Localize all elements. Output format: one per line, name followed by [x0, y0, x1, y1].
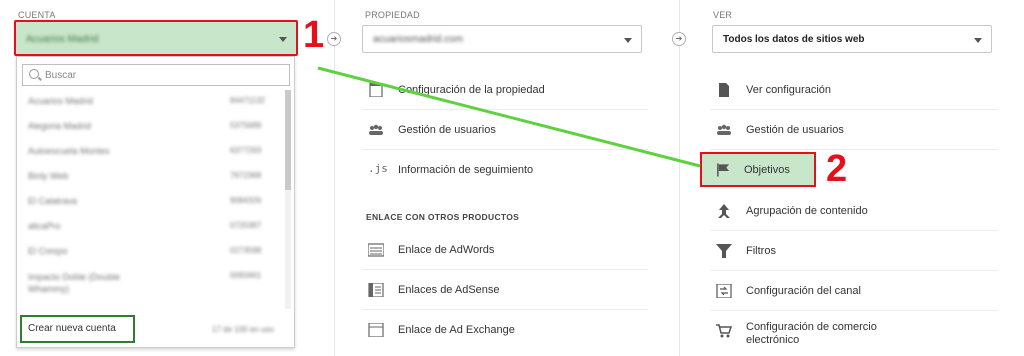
account-id: 5375689: [230, 121, 262, 130]
view-select[interactable]: Todos los datos de sitios web: [712, 25, 992, 53]
cart-icon: [716, 324, 732, 338]
account-list-scrollbar[interactable]: [285, 90, 291, 309]
property-settings-item[interactable]: Configuración de la propiedad: [362, 70, 648, 110]
account-name: Impacto Doble (Double Whammy): [28, 272, 121, 294]
search-icon: [29, 69, 39, 79]
account-column-label: CUENTA: [18, 10, 56, 20]
ecommerce-settings-item[interactable]: Configuración de comercio electrónico: [710, 311, 998, 351]
property-user-management-item[interactable]: Gestión de usuarios: [362, 110, 648, 150]
account-list-item[interactable]: El Calatrava 9084326: [25, 193, 287, 211]
divider: [710, 149, 998, 150]
adexchange-link-item[interactable]: Enlace de Ad Exchange: [362, 310, 648, 350]
account-id: 0273598: [230, 246, 262, 255]
view-column-label: VER: [713, 10, 733, 20]
arrow-right-icon: ➔: [672, 32, 686, 46]
adwords-icon: [368, 243, 384, 257]
account-list-item[interactable]: Autoescuela Montes 6377293: [25, 143, 287, 161]
account-usage-note: 17 de 100 en uso: [212, 325, 274, 334]
menu-item-label: Filtros: [746, 245, 776, 257]
grouping-icon: [718, 204, 730, 218]
account-search-input[interactable]: [45, 67, 285, 83]
menu-item-label: Configuración del canal: [746, 285, 861, 297]
filters-item[interactable]: Filtros: [710, 231, 998, 271]
menu-item-label: Enlaces de AdSense: [398, 284, 500, 296]
account-name: El Calatrava: [28, 196, 78, 206]
goals-item[interactable]: Objetivos: [700, 152, 816, 187]
adsense-link-item[interactable]: Enlaces de AdSense: [362, 270, 648, 310]
menu-item-label: Enlace de Ad Exchange: [398, 324, 515, 336]
filter-icon: [716, 244, 732, 258]
property-select[interactable]: acuariosmadrid.com: [362, 25, 642, 53]
column-divider: [334, 0, 335, 356]
account-name: El Crespo: [28, 246, 68, 256]
tracking-info-item[interactable]: .js Información de seguimiento: [362, 150, 648, 190]
channel-icon: [716, 284, 732, 298]
channel-settings-item[interactable]: Configuración del canal: [710, 271, 998, 311]
account-name: Binly Web: [28, 171, 69, 181]
flag-icon: [717, 163, 730, 177]
account-selected-value: Acuarios Madrid: [26, 34, 99, 45]
menu-item-label: Objetivos: [744, 164, 790, 176]
content-grouping-item[interactable]: Agrupación de contenido: [710, 191, 998, 231]
account-name: Autoescuela Montes: [28, 146, 110, 156]
menu-item-label: Configuración de la propiedad: [398, 84, 545, 96]
account-select[interactable]: Acuarios Madrid: [14, 20, 298, 56]
step-1-annotation: 1: [303, 14, 325, 56]
account-name: alicaPro: [28, 221, 61, 231]
account-id: 7672368: [230, 171, 262, 180]
step-2-annotation: 2: [826, 148, 848, 190]
linked-products-heading: ENLACE CON OTROS PRODUCTOS: [366, 212, 520, 222]
account-list-item[interactable]: Binly Web 7672368: [25, 168, 287, 186]
users-icon: [717, 124, 731, 135]
account-id: 84471132: [230, 96, 265, 105]
users-icon: [369, 124, 383, 135]
document-icon: [369, 83, 383, 97]
column-divider: [679, 0, 680, 356]
scrollbar-thumb[interactable]: [285, 90, 291, 190]
arrow-right-icon: ➔: [327, 32, 341, 46]
account-name: Acuarios Madrid: [28, 96, 94, 106]
document-icon: [719, 83, 729, 97]
menu-item-label: Gestión de usuarios: [746, 124, 844, 136]
account-list-item[interactable]: Impacto Doble (Double Whammy) 0093461: [25, 268, 287, 298]
account-id: 0720387: [230, 221, 262, 230]
menu-item-label: Enlace de AdWords: [398, 244, 495, 256]
adwords-link-item[interactable]: Enlace de AdWords: [362, 230, 648, 270]
property-selected-value: acuariosmadrid.com: [373, 34, 464, 45]
view-user-management-item[interactable]: Gestión de usuarios: [710, 110, 998, 150]
menu-item-label: Configuración de comercio electrónico: [746, 321, 877, 346]
view-settings-item[interactable]: Ver configuración: [710, 70, 998, 110]
chevron-down-icon: [279, 37, 287, 42]
account-list-item[interactable]: Alegoria Madrid 5375689: [25, 118, 287, 136]
account-list-item[interactable]: El Crespo 0273598: [25, 243, 287, 261]
menu-item-label: Ver configuración: [746, 84, 831, 96]
property-column-label: PROPIEDAD: [365, 10, 420, 20]
view-selected-value: Todos los datos de sitios web: [723, 34, 865, 45]
create-account-button[interactable]: Crear nueva cuenta: [20, 315, 135, 343]
account-dropdown-panel: Acuarios Madrid 84471132 Alegoria Madrid…: [16, 56, 295, 348]
account-list-item[interactable]: Acuarios Madrid 84471132: [25, 93, 287, 111]
account-id: 0093461: [230, 271, 262, 280]
js-icon: .js: [368, 162, 388, 175]
menu-item-label: Agrupación de contenido: [746, 205, 868, 217]
account-list-item[interactable]: alicaPro 0720387: [25, 218, 287, 236]
account-id: 9084326: [230, 196, 262, 205]
menu-item-label: Información de seguimiento: [398, 164, 534, 176]
menu-item-label: Gestión de usuarios: [398, 124, 496, 136]
adsense-icon: [368, 283, 384, 297]
chevron-down-icon: [974, 38, 982, 43]
account-id: 6377293: [230, 146, 262, 155]
account-name: Alegoria Madrid: [28, 121, 92, 131]
account-search-box[interactable]: [22, 64, 290, 86]
adexchange-icon: [368, 323, 384, 337]
chevron-down-icon: [624, 38, 632, 43]
